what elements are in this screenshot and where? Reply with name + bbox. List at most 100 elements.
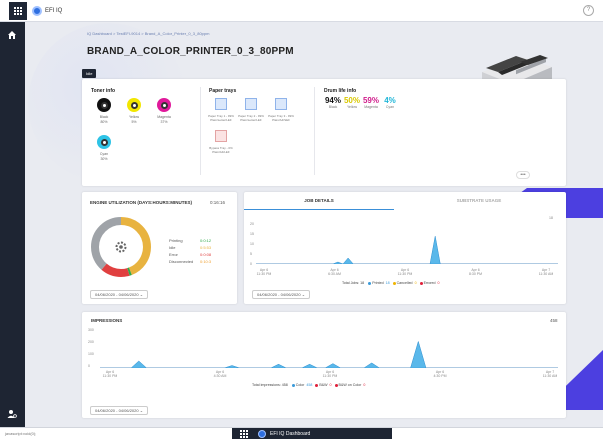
drum-life-title: Drum life info: [324, 88, 357, 94]
legend-label: B&W: [319, 383, 328, 387]
jobs-total: Total Jobs: 18: [342, 281, 365, 285]
jobs-total-legend: Total Jobs: 18 Printed 18 Cancelled 0 Errore…: [342, 281, 440, 285]
browser-status-bar: javascript:void(0); EFI IQ Dashboard: [0, 427, 603, 439]
drum-name: Magenta: [364, 105, 378, 109]
legend-value: 18: [385, 281, 390, 285]
jobs-x-tick: Apr 6 11:30 PM: [397, 268, 413, 276]
toner-color-icon: [157, 98, 171, 112]
user-settings-icon[interactable]: [7, 409, 17, 419]
legend-label: B&W on Color: [338, 383, 362, 387]
impressions-total-legend: Total impressions: 458 Color 458 B&W 0 B&W o…: [252, 383, 365, 387]
legend-dot: [419, 281, 423, 285]
tray-media: Plain/A4/LEF: [212, 150, 230, 154]
impressions-title: IMPRESSIONS: [91, 318, 123, 323]
legend-value: 458: [306, 383, 313, 387]
jobs-max-label: 18: [549, 216, 553, 220]
status-url: javascript:void(0);: [5, 431, 37, 436]
tray-media: Plain/Letter/LEF: [240, 118, 262, 122]
jobs-series-area: [256, 235, 558, 264]
engine-utilization-card: ENGINE UTILIZATION (DAYS:HOURS:MINUTES) …: [82, 192, 237, 304]
toner-item: Cyan 30%: [89, 135, 119, 162]
app-grid-icon: [238, 429, 250, 439]
toner-level: 80%: [100, 120, 108, 124]
drum-name: Cyan: [385, 105, 395, 109]
engine-utilization-title: ENGINE UTILIZATION (DAYS:HOURS:MINUTES): [90, 200, 192, 205]
impressions-y-tick: 300: [88, 328, 94, 332]
toner-color-icon: [97, 98, 111, 112]
app-grid-icon[interactable]: [9, 1, 27, 20]
help-icon[interactable]: ?: [583, 5, 594, 16]
divider: [200, 87, 201, 175]
impressions-x-tick: Apr 6 11:30 PM: [322, 370, 338, 378]
impressions-card: IMPRESSIONS 458 300 200 100 0 Apr 6 11:30 PM…: [82, 312, 566, 418]
legend-value: 0:0:12: [200, 238, 212, 243]
drum-life-percent: 4%: [384, 96, 396, 105]
job-details-card: JOB DETAILS SUBSTRATE USAGE 18 20 15 10 5 0 …: [244, 192, 566, 304]
taskbar-app-item[interactable]: EFI IQ Dashboard: [232, 428, 392, 439]
paper-tray-item: Paper Tray 2 - 99% Plain/Letter/LEF: [238, 98, 264, 122]
impressions-series-area: [100, 340, 558, 368]
breadcrumb[interactable]: IQ Dashboard > TestEFI-9014 > Brand_A_Co…: [87, 31, 209, 36]
drum-name: Yellow: [347, 105, 357, 109]
left-nav-rail: [0, 22, 25, 427]
drum-name: Black: [328, 105, 338, 109]
tray-icon: [245, 98, 257, 110]
legend-value: 0: [329, 383, 332, 387]
jobs-y-tick: 0: [250, 262, 252, 266]
impressions-y-tick: 0: [88, 364, 90, 368]
legend-value: 0:10:3: [200, 259, 212, 264]
jobs-y-tick: 5: [250, 252, 252, 256]
jobs-y-tick: 15: [250, 232, 254, 236]
drum-life-percent: 94%: [324, 96, 341, 105]
legend-value: 0: [437, 281, 440, 285]
utilization-donut-chart: [91, 217, 151, 277]
toner-level: 30%: [100, 157, 108, 161]
utilization-legend-row: Idle 0:5:53: [169, 245, 217, 250]
legend-dot: [334, 383, 338, 387]
legend-dot: [368, 281, 372, 285]
top-app-bar: EFI IQ ?: [0, 0, 603, 22]
tab-substrate-usage[interactable]: SUBSTRATE USAGE: [404, 198, 554, 203]
impressions-date-range-select[interactable]: 04/06/2020 - 04/06/2020 ⌄: [90, 406, 149, 415]
impressions-x-tick: Apr 6 4:30 PM: [433, 370, 447, 378]
tray-media: Plain/Letter/LEF: [210, 118, 232, 122]
legend-label: Error: [169, 252, 178, 257]
tray-media: Plain/A4/SEF: [272, 118, 290, 122]
drum-life-item: 59% Magenta: [362, 96, 380, 109]
utilization-legend-row: Printing 0:0:12: [169, 238, 217, 243]
more-options-button[interactable]: •••: [516, 171, 530, 179]
toner-level: 5%: [131, 120, 137, 124]
engine-total-time: 0:16:16: [210, 200, 226, 205]
impressions-x-tick: Apr 6 11:30 PM: [102, 370, 118, 378]
toner-color-icon: [97, 135, 111, 149]
utilization-legend-row: Disconnected 0:10:3: [169, 259, 217, 264]
page-title: BRAND_A_COLOR_PRINTER_0_3_80PPM: [87, 46, 294, 57]
engine-date-range-select[interactable]: 04/06/2020 - 04/06/2020 ⌄: [90, 290, 149, 299]
jobs-y-tick: 20: [250, 222, 254, 226]
tab-job-details[interactable]: JOB DETAILS: [244, 198, 394, 203]
jobs-x-tick: Apr 6 6:30 AM: [328, 268, 341, 276]
toner-level: 37%: [160, 120, 168, 124]
active-tab-indicator: [244, 209, 394, 210]
impressions-y-tick: 200: [88, 340, 94, 344]
utilization-legend-row: Error 0:0:08: [169, 252, 217, 257]
impressions-x-tick: Apr 7 11:30 AM: [542, 370, 558, 378]
jobs-area-chart: [256, 235, 558, 264]
taskbar-label: EFI IQ Dashboard: [270, 431, 311, 437]
drum-life-item: 4% Cyan: [381, 96, 399, 109]
home-icon[interactable]: [7, 30, 17, 40]
app-title: EFI IQ: [45, 7, 63, 14]
drum-life-percent: 50%: [343, 96, 360, 105]
impressions-max-label: 458: [550, 318, 558, 323]
paper-tray-item: Paper Tray 3 - 99% Plain/A4/SEF: [268, 98, 294, 122]
tray-icon: [215, 130, 227, 142]
legend-value: 0:5:53: [200, 245, 212, 250]
jobs-x-tick: Apr 6 8:30 PM: [468, 268, 483, 276]
jobs-date-range-select[interactable]: 04/06/2020 - 04/06/2020 ⌄: [252, 290, 311, 299]
legend-value: 0:0:08: [200, 252, 212, 257]
tray-icon: [215, 98, 227, 110]
status-badge: Idle: [82, 69, 97, 78]
legend-label: Cancelled: [396, 281, 413, 285]
toner-item: Magenta 37%: [149, 98, 179, 125]
paper-tray-item: Paper Tray 1 - 99% Plain/Letter/LEF: [208, 98, 234, 122]
